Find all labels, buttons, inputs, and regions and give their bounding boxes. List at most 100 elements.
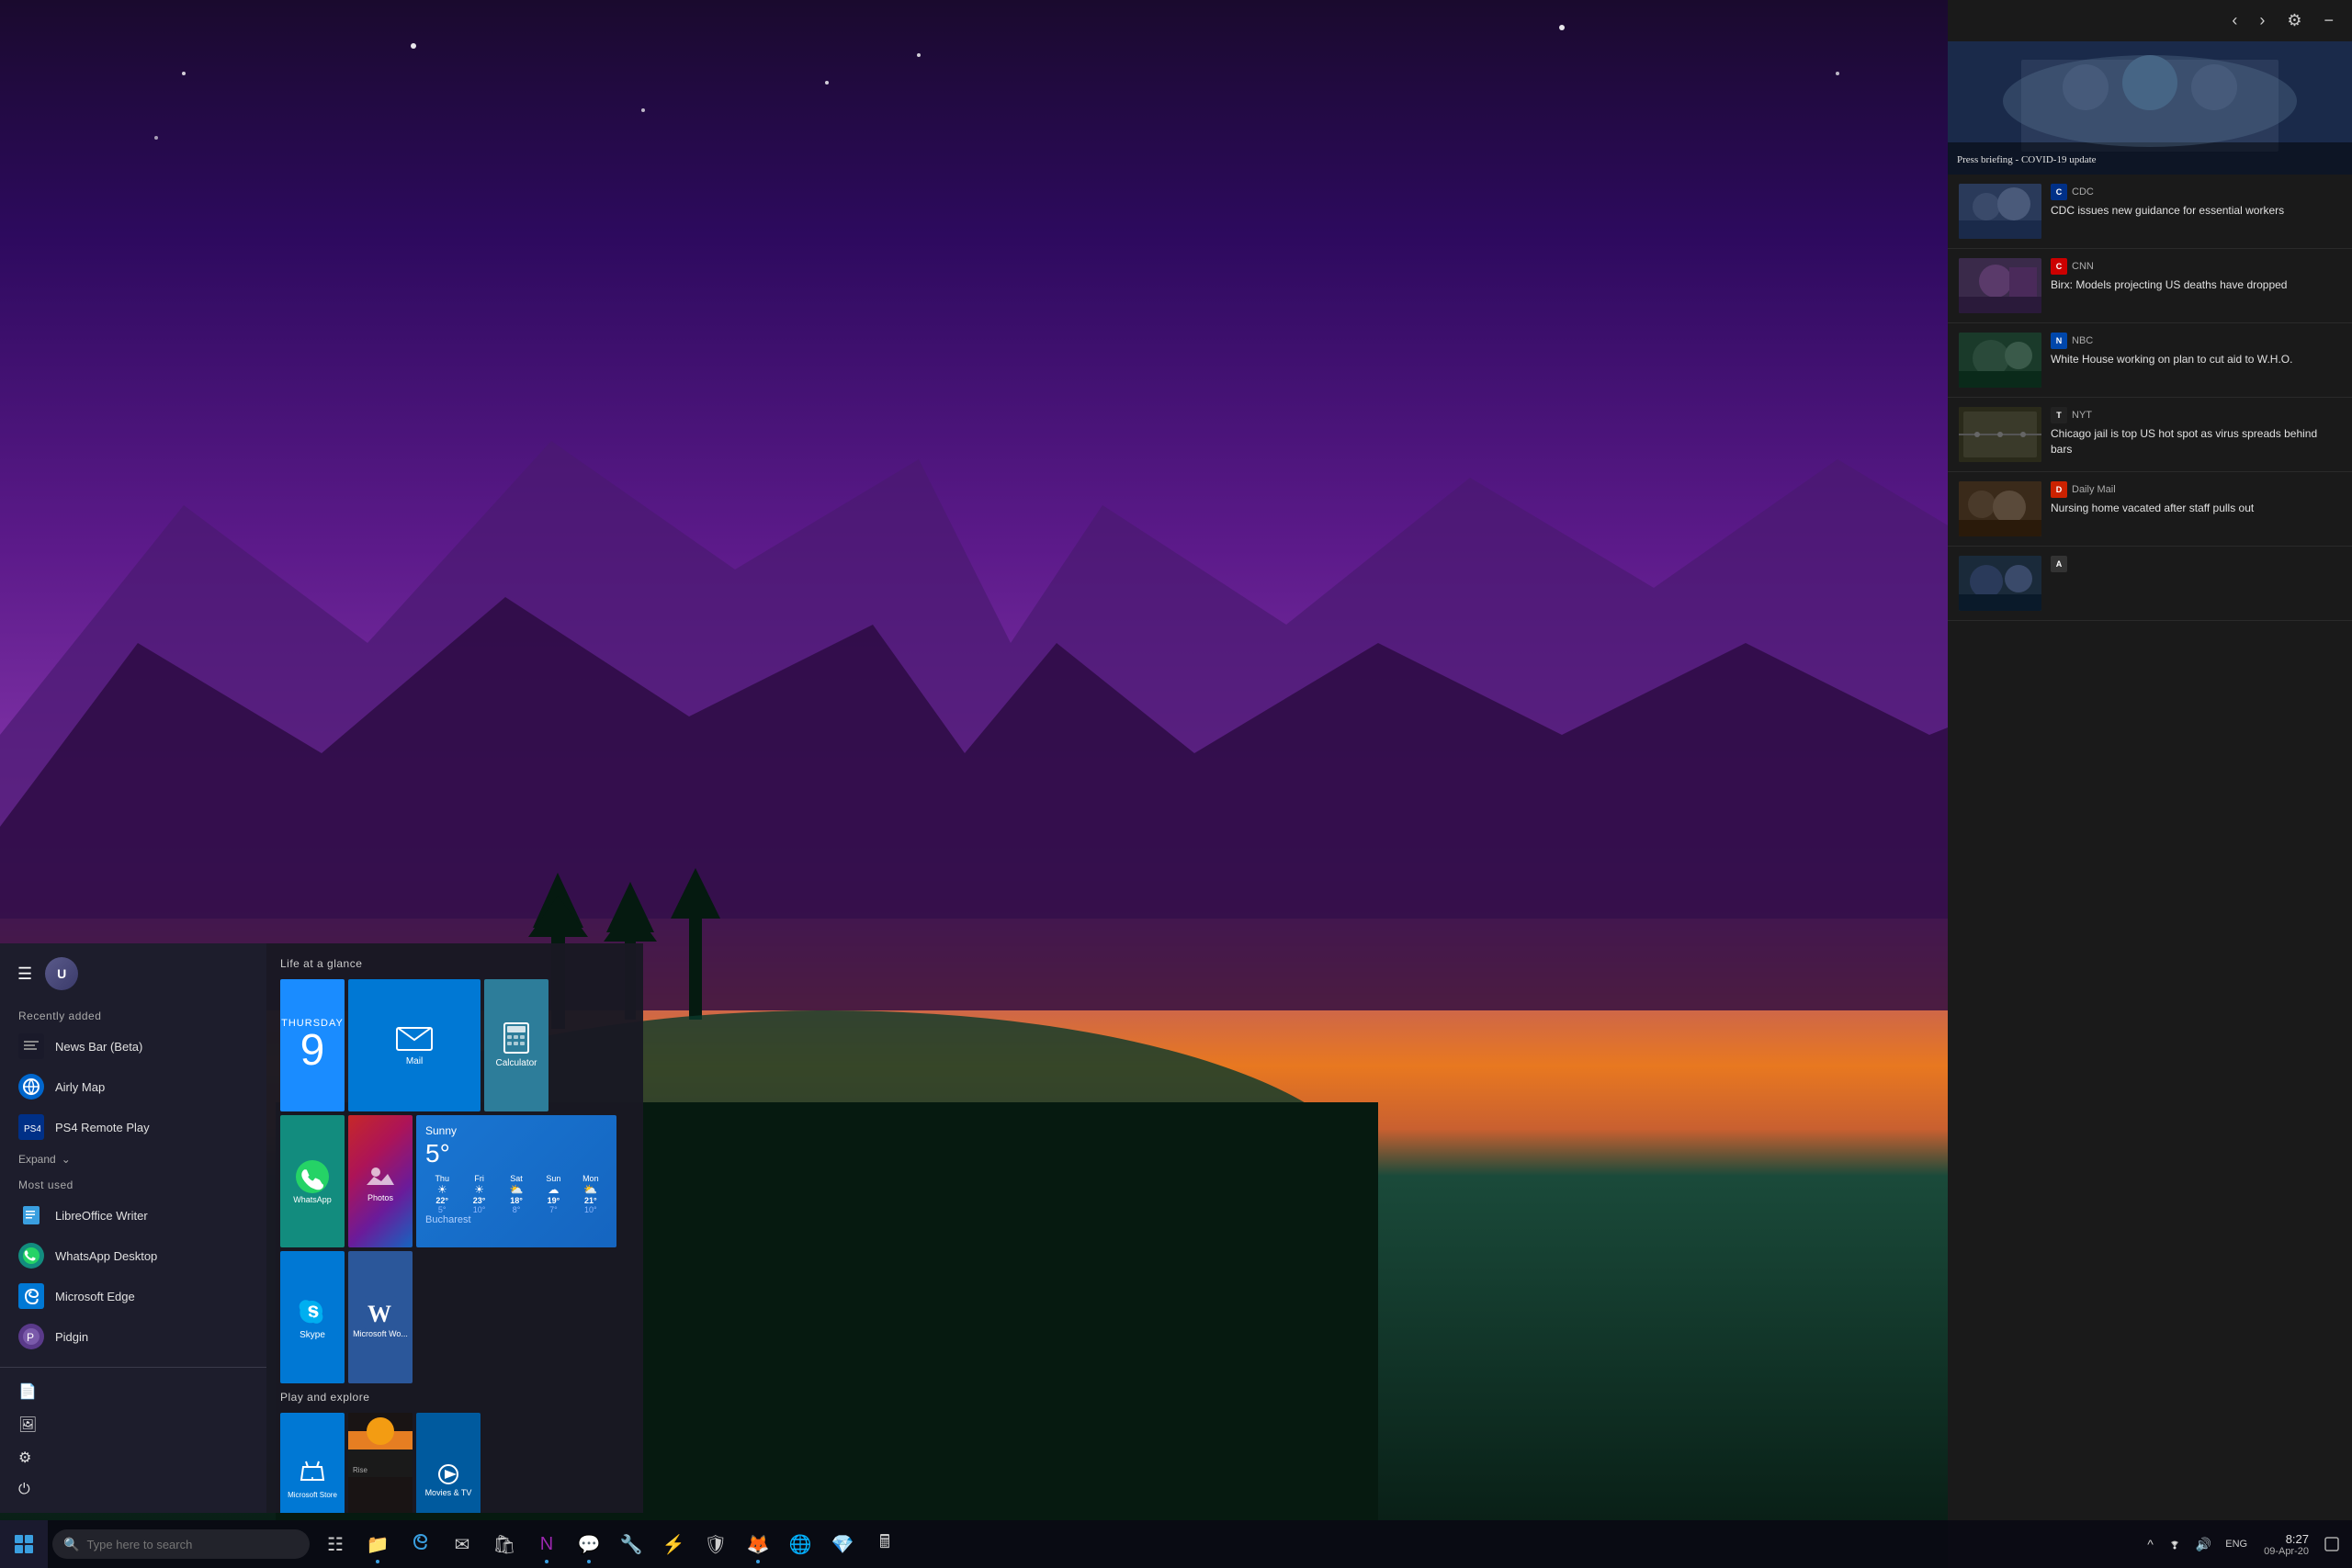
expand-button[interactable]: Expand ⌄ — [0, 1147, 266, 1171]
tile-msstore[interactable]: Microsoft Store — [280, 1413, 345, 1513]
news-item-chicago[interactable]: T NYT Chicago jail is top US hot spot as… — [1948, 398, 2352, 472]
taskbar-task-view[interactable]: ☷ — [314, 1523, 356, 1565]
taskbar-app-onenote[interactable]: N — [526, 1523, 568, 1565]
show-hidden-icon[interactable]: ^ — [2143, 1534, 2158, 1554]
hamburger-icon[interactable]: ☰ — [14, 961, 36, 987]
app-item-whatsapp[interactable]: WhatsApp Desktop — [0, 1235, 266, 1276]
app-item-pidgin[interactable]: P Pidgin — [0, 1316, 266, 1357]
forecast-fri-day: Fri — [462, 1174, 495, 1183]
notification-icon[interactable] — [2321, 1533, 2343, 1555]
extra1-taskbar-icon: 🔧 — [620, 1533, 643, 1556]
extra4-taskbar-icon: 💎 — [831, 1533, 854, 1556]
taskbar-app-mail[interactable]: ✉ — [441, 1523, 483, 1565]
app-icon-libreoffice — [18, 1202, 44, 1228]
app-item-edge[interactable]: Microsoft Edge — [0, 1276, 266, 1316]
app-item-airly[interactable]: Airly Map — [0, 1066, 266, 1107]
forecast-mon-low: 10° — [574, 1205, 607, 1214]
tile-calculator[interactable]: Calculator — [484, 979, 548, 1111]
tile-calculator-label: Calculator — [495, 1058, 537, 1069]
news-item-nursing[interactable]: D Daily Mail Nursing home vacated after … — [1948, 472, 2352, 547]
tile-weather[interactable]: Sunny 5° Thu ☀ 22° 5° Fri ☀ 23° — [416, 1115, 616, 1247]
shield-taskbar-icon: 🛡 — [704, 1533, 727, 1556]
app-item-libreoffice[interactable]: LibreOffice Writer — [0, 1195, 266, 1235]
taskbar-app-extra3[interactable]: 🌐 — [779, 1523, 821, 1565]
tile-spotify[interactable]: Rise Spotify ● — [348, 1413, 413, 1513]
clock-display[interactable]: 8:27 09-Apr-20 — [2256, 1532, 2316, 1557]
start-menu-right: Life at a glance Thursday 9 Mail Calcula… — [266, 943, 643, 1513]
news-minimize-button[interactable]: − — [2316, 7, 2341, 34]
tile-skype-label: Skype — [300, 1330, 325, 1341]
news-settings-button[interactable]: ⚙ — [2279, 7, 2309, 34]
taskbar-app-fileexplorer[interactable]: 📁 — [356, 1523, 399, 1565]
forecast-thu: Thu ☀ 22° 5° — [425, 1174, 458, 1214]
taskbar-app-store[interactable]: 🛍 — [483, 1523, 526, 1565]
taskbar-app-firefox[interactable]: 🦊 — [737, 1523, 779, 1565]
app-item-photos[interactable]: Photos — [0, 1357, 266, 1367]
tiles-spacer — [416, 1251, 616, 1383]
app-name-whatsapp: WhatsApp Desktop — [55, 1249, 157, 1263]
taskbar-app-edge[interactable] — [399, 1523, 441, 1565]
network-icon[interactable] — [2163, 1533, 2187, 1556]
forecast-mon-day: Mon — [574, 1174, 607, 1183]
news-item-cdc[interactable]: C CDC CDC issues new guidance for essent… — [1948, 175, 2352, 249]
user-avatar[interactable]: U — [45, 957, 78, 990]
news-source-icon-nursing: D — [2051, 481, 2067, 498]
news-text-chicago: T NYT Chicago jail is top US hot spot as… — [2051, 407, 2341, 457]
news-next-button[interactable]: › — [2252, 7, 2272, 34]
news-source-icon-cdc: C — [2051, 184, 2067, 200]
bottom-item-documents[interactable]: 📄 — [0, 1375, 266, 1408]
clock-time: 8:27 — [2264, 1532, 2309, 1546]
taskbar-app-extra2[interactable]: ⚡ — [652, 1523, 695, 1565]
taskbar-app-whatsapp[interactable]: 💬 — [568, 1523, 610, 1565]
firefox-running-dot — [756, 1560, 760, 1563]
tile-photos[interactable]: Photos — [348, 1115, 413, 1247]
app-item-ps4remote[interactable]: PS4 PS4 Remote Play — [0, 1107, 266, 1147]
fileexplorer-taskbar-icon: 📁 — [367, 1533, 390, 1556]
tile-skype[interactable]: Skype — [280, 1251, 345, 1383]
app-item-newsbar[interactable]: News Bar (Beta) — [0, 1026, 266, 1066]
tile-mail[interactable]: Mail — [348, 979, 481, 1111]
news-item-birx[interactable]: C CNN Birx: Models projecting US deaths … — [1948, 249, 2352, 323]
taskbar-app-extra1[interactable]: 🔧 — [610, 1523, 652, 1565]
app-icon-ps4remote: PS4 — [18, 1114, 44, 1140]
svg-text:W: W — [368, 1301, 391, 1327]
tile-whatsapp[interactable]: WhatsApp — [280, 1115, 345, 1247]
forecast-sat-icon: ⛅ — [500, 1183, 533, 1196]
app-name-newsbar: News Bar (Beta) — [55, 1040, 142, 1054]
news-source-name-nursing: Daily Mail — [2072, 484, 2116, 495]
news-item-whitehouse[interactable]: N NBC White House working on plan to cut… — [1948, 323, 2352, 398]
taskbar-app-extra4[interactable]: 💎 — [821, 1523, 864, 1565]
tiles-row-1: Thursday 9 Mail Calculator — [280, 979, 629, 1111]
news-source-chicago: T NYT — [2051, 407, 2341, 423]
bottom-item-power[interactable]: ⏻ — [0, 1474, 266, 1506]
tile-moviestv[interactable]: Movies & TV — [416, 1413, 481, 1513]
taskbar-start-button[interactable] — [0, 1520, 48, 1568]
start-left-content: Recently added News Bar (Beta) Airly Map… — [0, 998, 266, 1367]
news-prev-button[interactable]: ‹ — [2224, 7, 2245, 34]
mail-taskbar-icon: ✉ — [455, 1533, 470, 1556]
tile-calendar[interactable]: Thursday 9 — [280, 979, 345, 1111]
edge-taskbar-icon — [411, 1532, 429, 1556]
svg-text:P: P — [27, 1331, 34, 1344]
search-input[interactable] — [86, 1538, 270, 1551]
forecast-thu-high: 22° — [425, 1196, 458, 1205]
taskbar-app-calc[interactable]: 🖩 — [864, 1523, 906, 1565]
tiles-section-play: Play and explore — [280, 1391, 629, 1404]
volume-icon[interactable]: 🔊 — [2191, 1534, 2216, 1555]
news-source-icon-extra: A — [2051, 556, 2067, 572]
tile-word[interactable]: W Microsoft Wo... — [348, 1251, 413, 1383]
news-hero-image[interactable]: Press briefing - COVID-19 update — [1948, 41, 2352, 175]
extra2-taskbar-icon: ⚡ — [662, 1533, 685, 1556]
svg-text:Press briefing - COVID-19 upda: Press briefing - COVID-19 update — [1957, 154, 2097, 165]
taskbar-search-box[interactable]: 🔍 — [52, 1529, 310, 1559]
bottom-item-settings[interactable]: ⚙ — [0, 1441, 266, 1474]
tiles-row-2: WhatsApp Photos Sunny 5° Thu ☀ 22° — [280, 1115, 629, 1247]
bottom-item-pictures[interactable]: 🖼 — [0, 1408, 266, 1441]
news-item-extra[interactable]: A — [1948, 547, 2352, 621]
firefox-taskbar-icon: 🦊 — [747, 1533, 770, 1556]
news-source-icon-birx: C — [2051, 258, 2067, 275]
pictures-icon: 🖼 — [18, 1416, 37, 1434]
taskbar-app-shield[interactable]: 🛡 — [695, 1523, 737, 1565]
expand-label: Expand — [18, 1153, 56, 1166]
keyboard-layout[interactable]: ENG — [2221, 1536, 2252, 1552]
